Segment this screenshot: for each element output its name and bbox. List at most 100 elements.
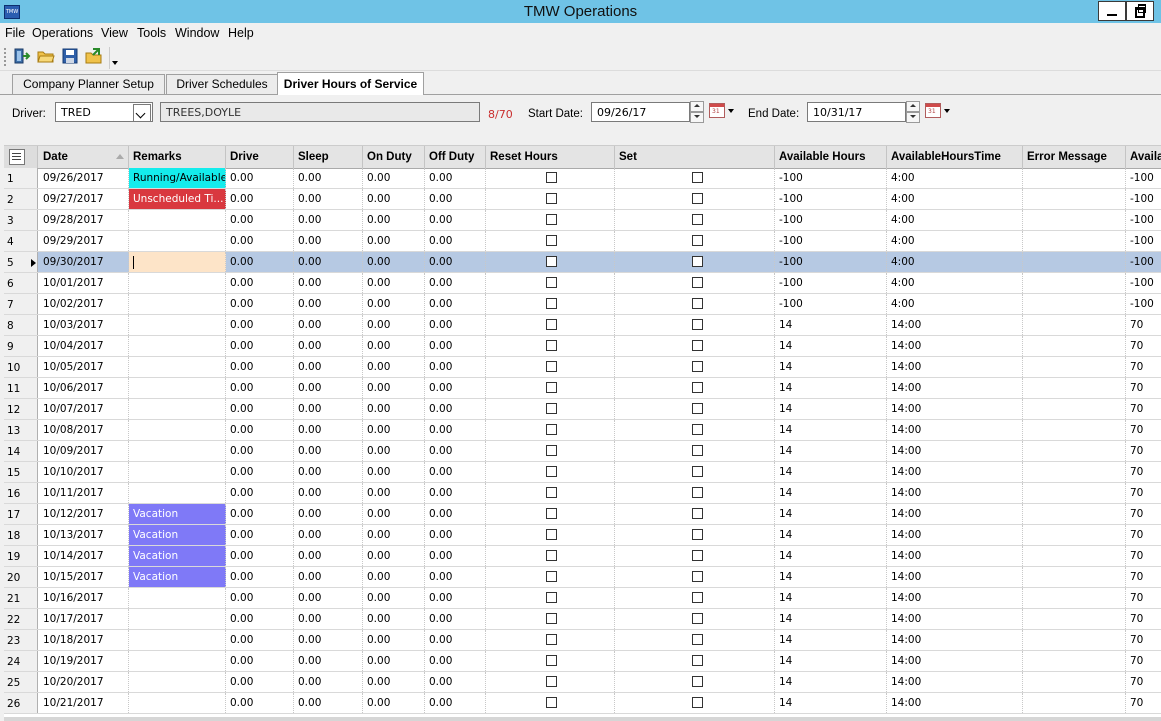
cell-drive[interactable]: 0.00 <box>226 651 294 671</box>
reset-hours-checkbox[interactable] <box>546 256 557 267</box>
cell-set[interactable] <box>615 252 775 272</box>
cell-error[interactable] <box>1023 504 1126 524</box>
table-row[interactable]: 10 10/05/2017 0.00 0.00 0.00 0.00 14 14:00 70 <box>4 357 1161 378</box>
reset-hours-checkbox[interactable] <box>546 508 557 519</box>
cell-avail2[interactable]: 70 <box>1126 672 1161 692</box>
cell-sleep[interactable]: 0.00 <box>294 462 363 482</box>
cell-set[interactable] <box>615 525 775 545</box>
cell-off-duty[interactable]: 0.00 <box>425 399 486 419</box>
cell-date[interactable]: 09/28/2017 <box>39 210 129 230</box>
cell-drive[interactable]: 0.00 <box>226 525 294 545</box>
cell-avail-hours[interactable]: 14 <box>775 483 887 503</box>
cell-avail-hours[interactable]: 14 <box>775 525 887 545</box>
cell-reset[interactable] <box>486 693 615 713</box>
cell-sleep[interactable]: 0.00 <box>294 357 363 377</box>
cell-set[interactable] <box>615 336 775 356</box>
row-number[interactable]: 6 <box>4 273 38 293</box>
set-checkbox[interactable] <box>692 172 703 183</box>
cell-on-duty[interactable]: 0.00 <box>363 420 425 440</box>
cell-sleep[interactable]: 0.00 <box>294 294 363 314</box>
cell-reset[interactable] <box>486 399 615 419</box>
cell-remarks[interactable] <box>129 651 226 671</box>
cell-remarks[interactable]: Vacation <box>129 567 226 587</box>
cell-set[interactable] <box>615 168 775 188</box>
table-row[interactable]: 26 10/21/2017 0.00 0.00 0.00 0.00 14 14:00 70 <box>4 693 1161 714</box>
cell-set[interactable] <box>615 378 775 398</box>
cell-off-duty[interactable]: 0.00 <box>425 567 486 587</box>
cell-avail2[interactable]: 70 <box>1126 588 1161 608</box>
cell-date[interactable]: 10/05/2017 <box>39 357 129 377</box>
cell-sleep[interactable]: 0.00 <box>294 315 363 335</box>
cell-drive[interactable]: 0.00 <box>226 693 294 713</box>
cell-sleep[interactable]: 0.00 <box>294 546 363 566</box>
row-number[interactable]: 8 <box>4 315 38 335</box>
cell-set[interactable] <box>615 483 775 503</box>
cell-off-duty[interactable]: 0.00 <box>425 504 486 524</box>
table-row[interactable]: 6 10/01/2017 0.00 0.00 0.00 0.00 -100 4:00 -100 <box>4 273 1161 294</box>
cell-drive[interactable]: 0.00 <box>226 420 294 440</box>
set-checkbox[interactable] <box>692 403 703 414</box>
cell-date[interactable]: 10/08/2017 <box>39 420 129 440</box>
cell-date[interactable]: 10/21/2017 <box>39 693 129 713</box>
row-number[interactable]: 17 <box>4 504 38 524</box>
cell-sleep[interactable]: 0.00 <box>294 336 363 356</box>
cell-remarks[interactable] <box>129 462 226 482</box>
cell-drive[interactable]: 0.00 <box>226 630 294 650</box>
cell-on-duty[interactable]: 0.00 <box>363 609 425 629</box>
cell-remarks[interactable] <box>129 420 226 440</box>
cell-avail2[interactable]: -100 <box>1126 273 1161 293</box>
cell-date[interactable]: 10/14/2017 <box>39 546 129 566</box>
cell-on-duty[interactable]: 0.00 <box>363 651 425 671</box>
cell-set[interactable] <box>615 210 775 230</box>
cell-drive[interactable]: 0.00 <box>226 231 294 251</box>
reset-hours-checkbox[interactable] <box>546 634 557 645</box>
cell-reset[interactable] <box>486 567 615 587</box>
cell-off-duty[interactable]: 0.00 <box>425 630 486 650</box>
cell-remarks[interactable] <box>129 630 226 650</box>
cell-avail-hours[interactable]: 14 <box>775 693 887 713</box>
cell-set[interactable] <box>615 315 775 335</box>
cell-off-duty[interactable]: 0.00 <box>425 231 486 251</box>
table-row[interactable]: 16 10/11/2017 0.00 0.00 0.00 0.00 14 14:00 70 <box>4 483 1161 504</box>
reset-hours-checkbox[interactable] <box>546 466 557 477</box>
cell-avail-hours[interactable]: 14 <box>775 630 887 650</box>
set-checkbox[interactable] <box>692 256 703 267</box>
save-icon[interactable] <box>61 47 79 65</box>
cell-off-duty[interactable]: 0.00 <box>425 336 486 356</box>
column-header-reset-hours[interactable]: Reset Hours <box>486 146 615 168</box>
cell-avail-hours[interactable]: 14 <box>775 672 887 692</box>
row-number[interactable]: 26 <box>4 693 38 713</box>
cell-avail2[interactable]: -100 <box>1126 252 1161 272</box>
table-row[interactable]: 17 10/12/2017 Vacation 0.00 0.00 0.00 0.00 14 14… <box>4 504 1161 525</box>
cell-avail-hours[interactable]: 14 <box>775 441 887 461</box>
row-number[interactable]: 13 <box>4 420 38 440</box>
cell-avail2[interactable]: 70 <box>1126 441 1161 461</box>
cell-sleep[interactable]: 0.00 <box>294 231 363 251</box>
cell-date[interactable]: 10/15/2017 <box>39 567 129 587</box>
cell-sleep[interactable]: 0.00 <box>294 189 363 209</box>
cell-avail-time[interactable]: 14:00 <box>887 504 1023 524</box>
cell-date[interactable]: 10/09/2017 <box>39 441 129 461</box>
start-date-input[interactable]: 09/26/17 <box>591 102 690 122</box>
table-row[interactable]: 4 09/29/2017 0.00 0.00 0.00 0.00 -100 4:00 -100 <box>4 231 1161 252</box>
column-header-error-message[interactable]: Error Message <box>1023 146 1126 168</box>
row-number[interactable]: 9 <box>4 336 38 356</box>
cell-on-duty[interactable]: 0.00 <box>363 462 425 482</box>
set-checkbox[interactable] <box>692 634 703 645</box>
cell-avail2[interactable]: -100 <box>1126 294 1161 314</box>
cell-error[interactable] <box>1023 630 1126 650</box>
cell-date[interactable]: 10/02/2017 <box>39 294 129 314</box>
cell-set[interactable] <box>615 609 775 629</box>
cell-avail-hours[interactable]: -100 <box>775 231 887 251</box>
cell-sleep[interactable]: 0.00 <box>294 567 363 587</box>
cell-error[interactable] <box>1023 168 1126 188</box>
row-number[interactable]: 7 <box>4 294 38 314</box>
table-row[interactable]: 21 10/16/2017 0.00 0.00 0.00 0.00 14 14:00 70 <box>4 588 1161 609</box>
cell-reset[interactable] <box>486 189 615 209</box>
row-number[interactable]: 16 <box>4 483 38 503</box>
cell-sleep[interactable]: 0.00 <box>294 693 363 713</box>
set-checkbox[interactable] <box>692 529 703 540</box>
cell-avail2[interactable]: 70 <box>1126 378 1161 398</box>
cell-drive[interactable]: 0.00 <box>226 210 294 230</box>
set-checkbox[interactable] <box>692 592 703 603</box>
